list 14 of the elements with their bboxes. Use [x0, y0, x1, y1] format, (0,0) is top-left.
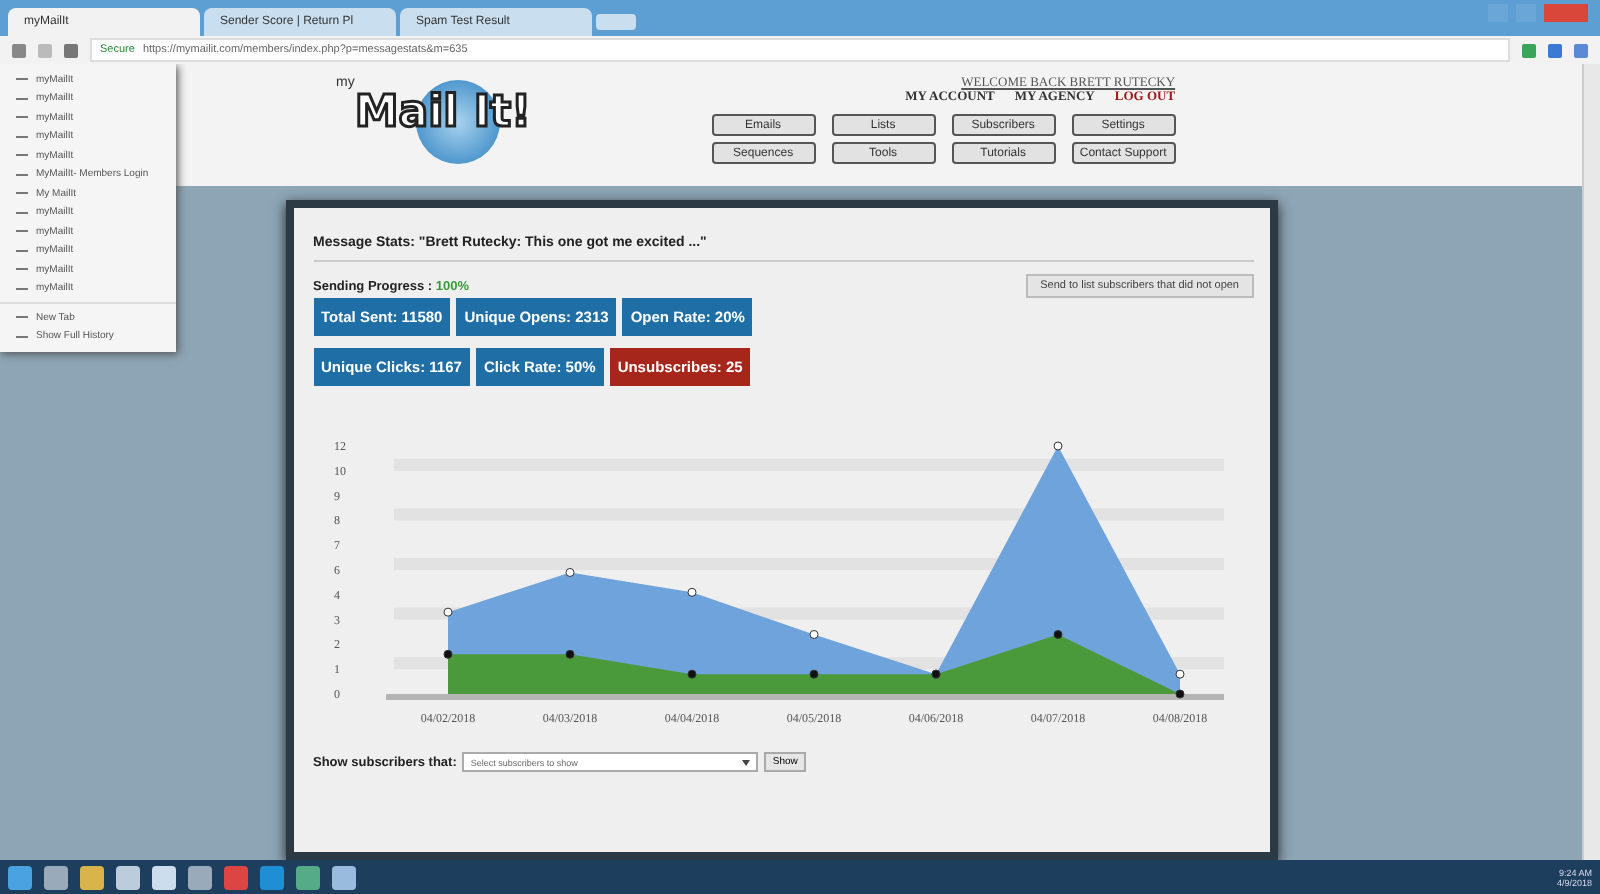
scrollbar[interactable]: [1582, 64, 1600, 860]
data-point: [808, 669, 818, 679]
data-point: [1052, 630, 1062, 639]
data-point: [564, 649, 574, 659]
data-point: [1174, 689, 1184, 699]
data-point: [686, 587, 696, 597]
data-point: [686, 669, 696, 679]
data-point: [1174, 669, 1184, 679]
dropdown-caret-icon: [742, 759, 751, 765]
data-point: [1052, 441, 1062, 451]
data-point: [564, 568, 574, 577]
data-point: [442, 649, 452, 659]
data-point: [442, 607, 452, 617]
data-point: [808, 630, 818, 639]
